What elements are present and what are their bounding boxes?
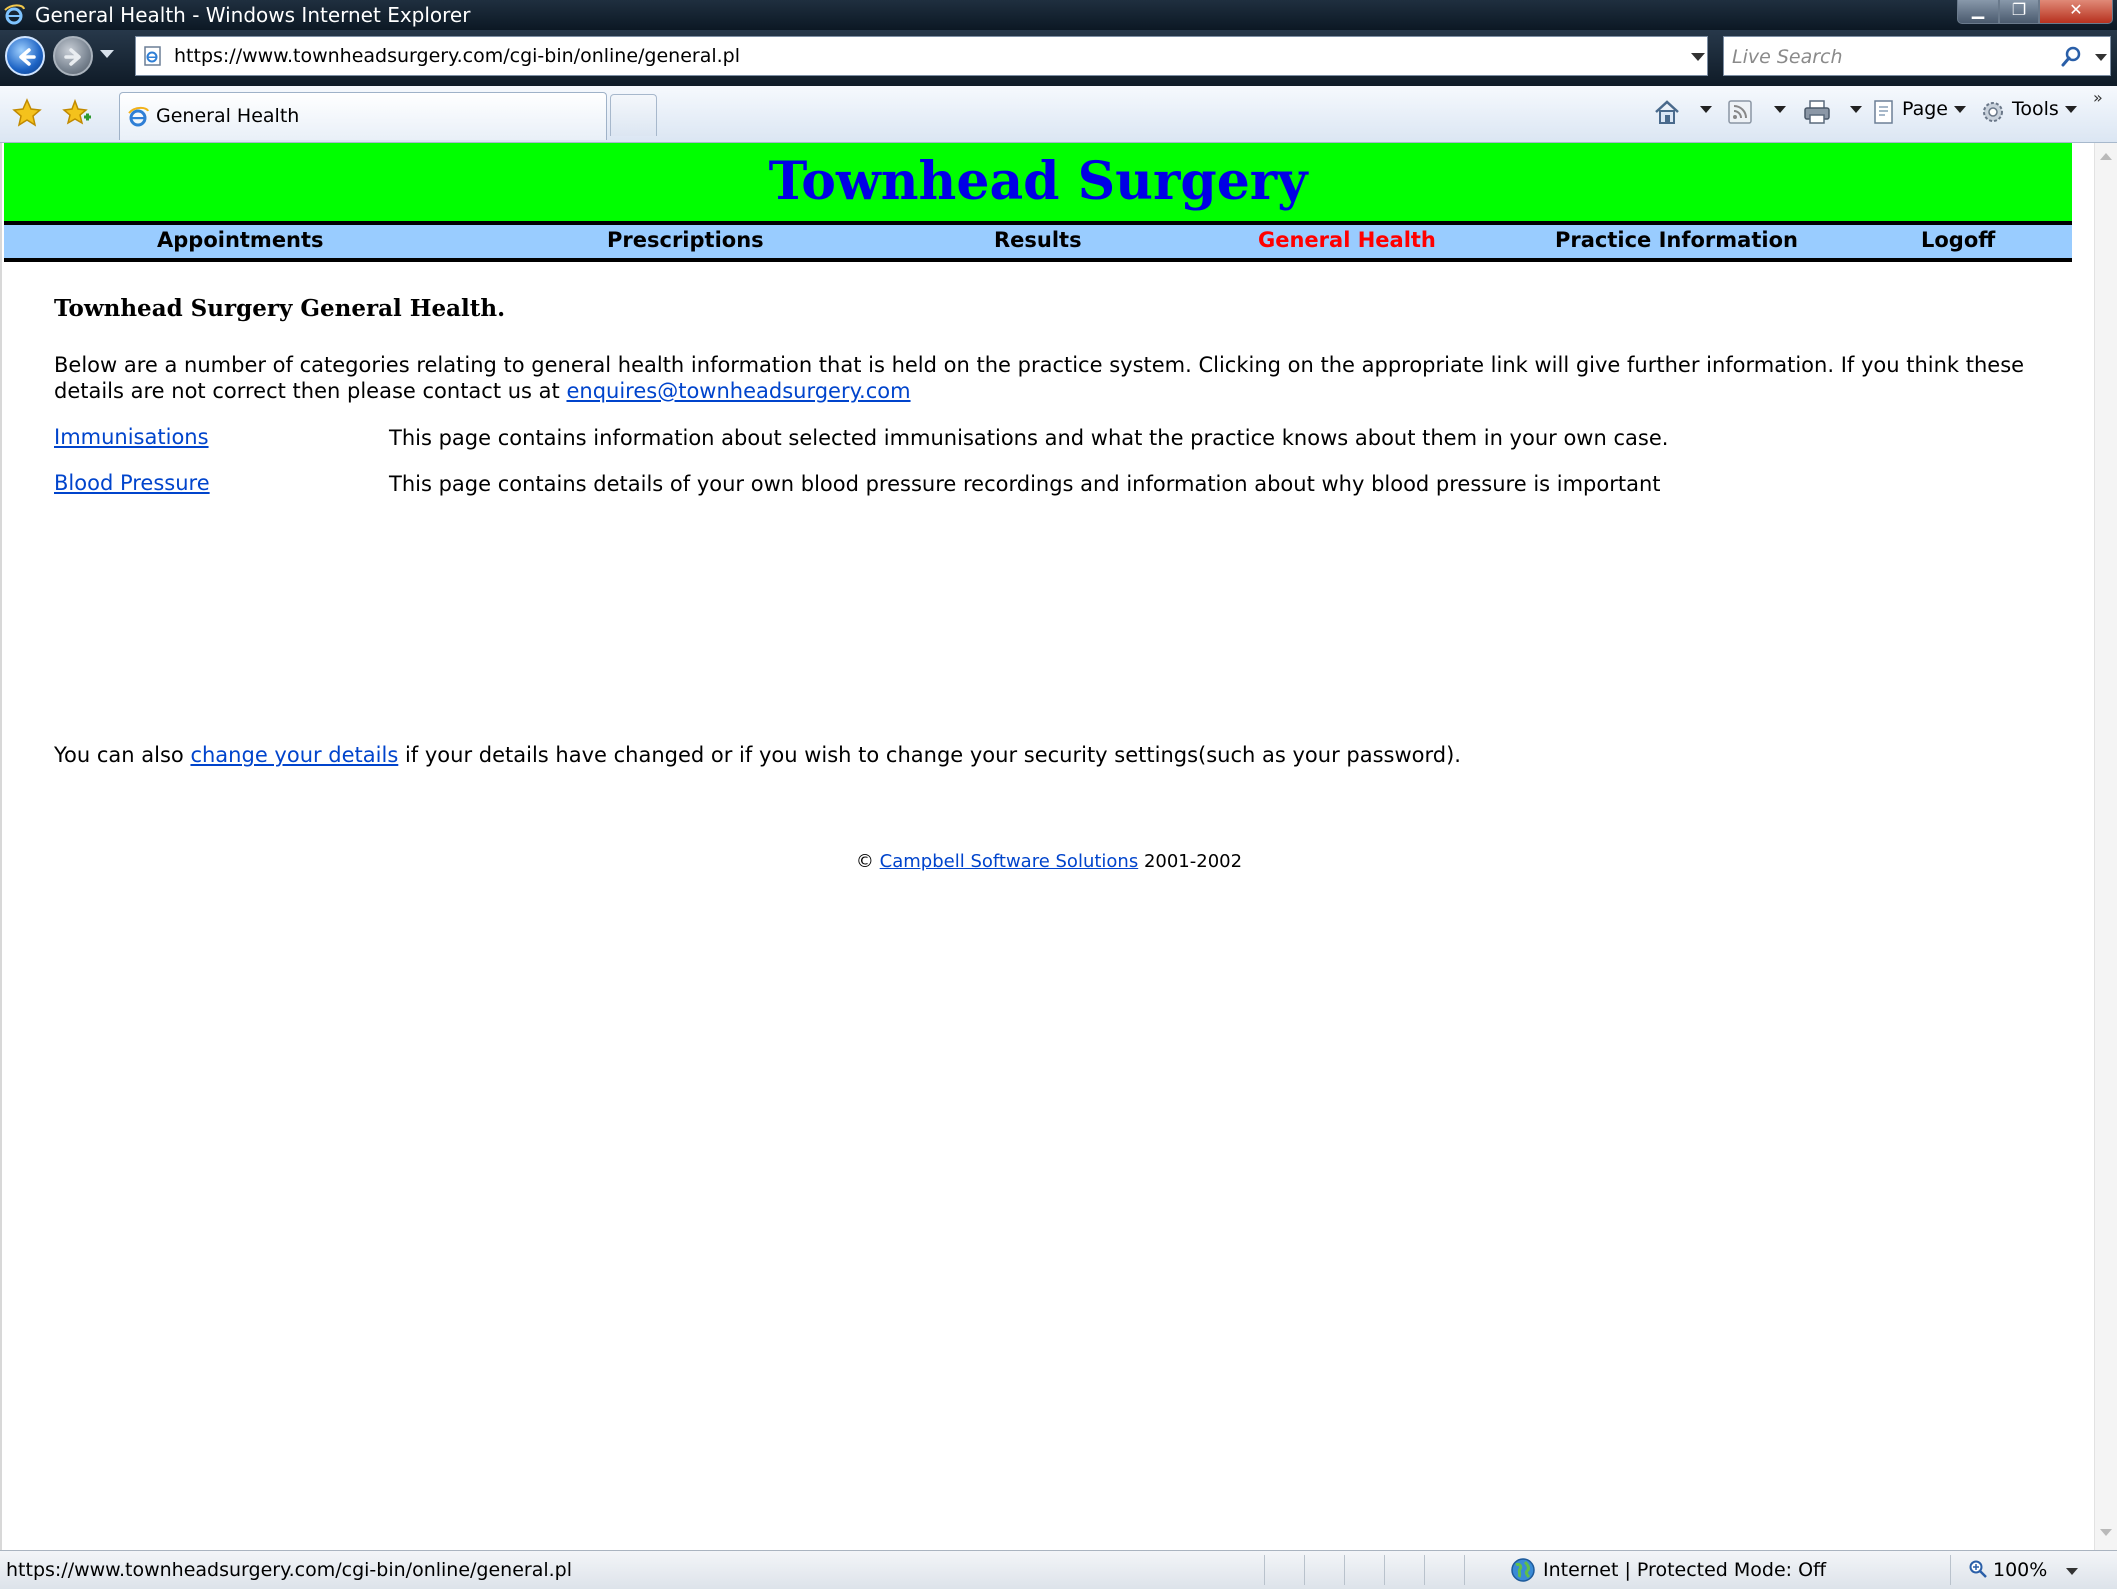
blood-pressure-description: This page contains details of your own b… <box>389 472 1661 496</box>
internet-globe-icon <box>1511 1558 1535 1582</box>
zoom-dropdown[interactable] <box>2066 1568 2078 1575</box>
status-bar: https://www.townheadsurgery.com/cgi-bin/… <box>0 1550 2117 1589</box>
new-tab-button[interactable] <box>610 94 657 136</box>
window-title-bar: General Health - Windows Internet Explor… <box>0 0 2117 30</box>
nav-logoff[interactable]: Logoff <box>1921 228 1995 252</box>
tab-label: General Health <box>156 105 300 127</box>
print-icon[interactable] <box>1802 98 1832 126</box>
page-menu[interactable]: Page <box>1902 98 1966 126</box>
close-window-button[interactable]: ✕ <box>2039 0 2113 24</box>
zoom-level[interactable]: 100% <box>1993 1559 2047 1581</box>
copyright-years: 2001-2002 <box>1143 851 1243 872</box>
address-dropdown[interactable] <box>1691 53 1705 61</box>
back-button[interactable] <box>5 36 45 76</box>
security-zone[interactable]: Internet | Protected Mode: Off <box>1543 1559 1826 1581</box>
page-heading: Townhead Surgery General Health. <box>54 295 506 322</box>
ie-page-icon <box>128 106 149 127</box>
search-input[interactable] <box>1730 43 2054 71</box>
status-separator <box>1264 1555 1265 1585</box>
tools-gear-icon[interactable] <box>1979 98 2007 126</box>
minimize-button[interactable]: ▁ <box>1957 0 1999 24</box>
address-url[interactable]: https://www.townheadsurgery.com/cgi-bin/… <box>174 45 740 67</box>
status-url: https://www.townheadsurgery.com/cgi-bin/… <box>6 1559 573 1581</box>
footer: © Campbell Software Solutions 2001-2002 <box>54 851 2044 872</box>
change-details-text: You can also change your details if your… <box>54 743 1461 767</box>
site-nav: Appointments Prescriptions Results Gener… <box>4 225 2072 262</box>
status-separator <box>1424 1555 1425 1585</box>
nav-practice-information[interactable]: Practice Information <box>1555 228 1798 252</box>
email-link[interactable]: enquires@townheadsurgery.com <box>566 379 910 403</box>
immunisations-description: This page contains information about sel… <box>389 426 1669 450</box>
status-separator <box>1384 1555 1385 1585</box>
forward-arrow-icon <box>64 48 81 66</box>
vertical-scrollbar[interactable] <box>2094 143 2117 1550</box>
blood-pressure-link[interactable]: Blood Pressure <box>54 471 210 495</box>
add-favorites-icon[interactable] <box>62 98 92 128</box>
intro-text: Below are a number of categories relatin… <box>54 353 2025 403</box>
recent-pages-dropdown[interactable] <box>100 50 114 58</box>
ie-logo-icon <box>4 4 25 25</box>
nav-general-health[interactable]: General Health <box>1258 228 1436 252</box>
navigation-bar: https://www.townheadsurgery.com/cgi-bin/… <box>0 30 2117 86</box>
status-separator <box>1464 1555 1465 1585</box>
site-header: Townhead Surgery <box>4 143 2072 225</box>
feeds-dropdown[interactable] <box>1768 98 1786 126</box>
status-separator <box>1950 1555 1951 1585</box>
tab-bar: General Health Page Tools » <box>0 86 2117 143</box>
nav-results[interactable]: Results <box>994 228 1082 252</box>
search-icon[interactable] <box>2060 46 2082 68</box>
maximize-button[interactable]: ❐ <box>1999 0 2039 24</box>
page-menu-icon[interactable] <box>1870 98 1898 126</box>
scroll-up-arrow[interactable] <box>2100 153 2112 160</box>
zoom-icon[interactable] <box>1968 1559 1988 1579</box>
home-dropdown[interactable] <box>1694 98 1712 126</box>
more-commands-chevron[interactable]: » <box>2093 88 2103 107</box>
address-bar[interactable]: https://www.townheadsurgery.com/cgi-bin/… <box>135 36 1833 76</box>
nav-prescriptions[interactable]: Prescriptions <box>607 228 764 252</box>
change-details-link[interactable]: change your details <box>190 743 398 767</box>
copyright-symbol: © <box>855 851 874 872</box>
company-link[interactable]: Campbell Software Solutions <box>880 851 1139 872</box>
status-separator <box>1344 1555 1345 1585</box>
search-options-dropdown[interactable] <box>2095 54 2107 61</box>
page-viewport: Townhead Surgery Appointments Prescripti… <box>0 143 2094 1550</box>
status-separator <box>1304 1555 1305 1585</box>
nav-appointments[interactable]: Appointments <box>157 228 324 252</box>
scroll-down-arrow[interactable] <box>2100 1529 2112 1536</box>
forward-button[interactable] <box>53 36 93 76</box>
immunisations-link[interactable]: Immunisations <box>54 425 209 449</box>
print-dropdown[interactable] <box>1844 98 1862 126</box>
feeds-icon[interactable] <box>1726 98 1754 126</box>
window-title: General Health - Windows Internet Explor… <box>35 3 471 27</box>
favorites-star-icon[interactable] <box>12 98 42 128</box>
page-icon <box>144 46 161 66</box>
tab-general-health[interactable]: General Health <box>119 92 607 140</box>
home-icon[interactable] <box>1652 98 1682 126</box>
back-arrow-icon <box>19 48 36 66</box>
site-title: Townhead Surgery <box>768 151 1308 212</box>
search-box[interactable] <box>1723 36 2111 76</box>
tools-menu[interactable]: Tools <box>2012 98 2077 126</box>
